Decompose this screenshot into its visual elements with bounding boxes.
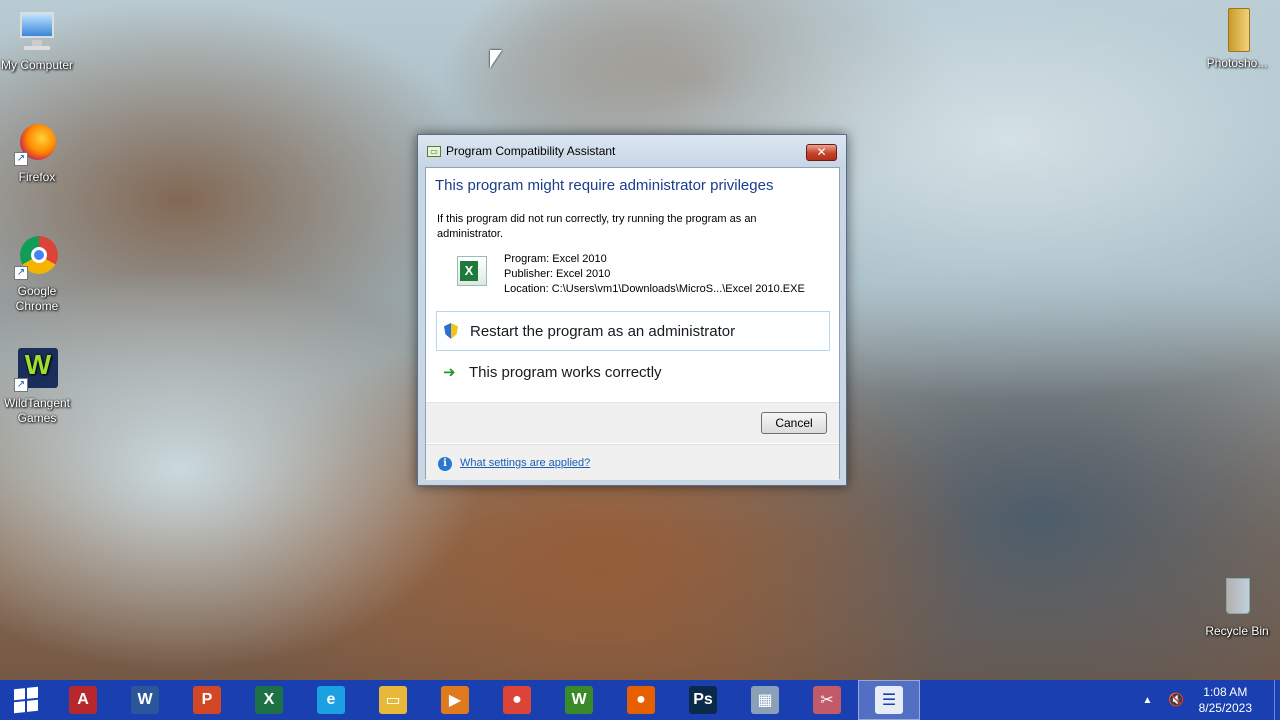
taskbar-photoshop[interactable]: Ps: [672, 680, 734, 720]
program-works-correctly-label: This program works correctly: [469, 363, 662, 381]
restart-as-admin-option[interactable]: Restart the program as an administrator: [436, 311, 830, 351]
taskbar-powerpoint[interactable]: P: [176, 680, 238, 720]
list-window-icon: ☰: [875, 686, 903, 714]
powerpoint-icon: P: [193, 686, 221, 714]
clock-time: 1:08 AM: [1203, 685, 1248, 699]
wildtangent-icon: W: [565, 686, 593, 714]
recycle-bin-icon: [1214, 574, 1260, 620]
taskbar-excel[interactable]: X: [238, 680, 300, 720]
desktop-icon-label: My Computer: [0, 58, 74, 72]
dialog-titlebar[interactable]: ▭ Program Compatibility Assistant ✕: [418, 135, 846, 167]
firefox-icon: ●: [627, 686, 655, 714]
close-icon: ✕: [816, 145, 827, 159]
program-location: Location: C:\Users\vm1\Downloads\MicroS.…: [504, 283, 805, 295]
desktop-icon-google-chrome[interactable]: ↗ Google Chrome: [0, 234, 74, 314]
program-publisher: Publisher: Excel 2010: [504, 268, 611, 280]
scissors-icon: ✂: [813, 686, 841, 714]
word-icon: W: [131, 686, 159, 714]
shortcut-arrow-icon: ↗: [14, 152, 28, 166]
desktop-icon-label: Firefox: [18, 170, 56, 184]
desktop-icon-firefox[interactable]: ↗ Firefox: [0, 120, 74, 185]
desktop-icon-recycle-bin[interactable]: Recycle Bin: [1200, 574, 1274, 639]
installer-icon: ▦: [751, 686, 779, 714]
dialog-title: Program Compatibility Assistant: [446, 144, 616, 158]
system-tray: ▲ 🔇 1:08 AM 8/25/2023: [1143, 680, 1280, 720]
program-name: Program: Excel 2010: [504, 253, 607, 265]
taskbar: A W P Xe ▭ ▶ ● W ● Ps ▦ ✂ ☰ ▲ 🔇 1:08 AM 8/25/2023: [0, 680, 1280, 720]
desktop-icon-label: Google Chrome: [15, 284, 59, 313]
show-hidden-icons-icon[interactable]: ▲: [1143, 695, 1153, 706]
program-info: Program: Excel 2010 Publisher: Excel 201…: [504, 252, 805, 297]
folder-icon: [1214, 6, 1260, 52]
shortcut-arrow-icon: ↗: [14, 378, 28, 392]
dialog-content: This program might require administrator…: [425, 167, 840, 480]
excel-icon: X: [255, 686, 283, 714]
taskbar-media-player[interactable]: ▶: [424, 680, 486, 720]
program-works-correctly-option[interactable]: ➜ This program works correctly: [436, 352, 830, 392]
wildtangent-icon: W ↗: [14, 346, 60, 392]
clock-date: 8/25/2023: [1198, 701, 1252, 715]
access-icon: A: [69, 686, 97, 714]
chrome-icon: ↗: [14, 234, 60, 280]
taskbar-app-list: A W P Xe ▭ ▶ ● W ● Ps ▦ ✂ ☰: [52, 680, 920, 720]
dialog-description: If this program did not run correctly, t…: [437, 213, 757, 240]
mouse-cursor-icon: [490, 50, 502, 68]
window-app-icon: ▭: [427, 145, 441, 157]
shortcut-arrow-icon: ↗: [14, 266, 28, 280]
desktop-icon-label: Photosho...: [1206, 56, 1268, 70]
taskbar-chrome[interactable]: ●: [486, 680, 548, 720]
dialog-heading: This program might require administrator…: [435, 177, 774, 194]
monitor-icon: [14, 8, 60, 54]
desktop-icon-label: Recycle Bin: [1205, 624, 1269, 638]
cancel-button[interactable]: Cancel: [761, 412, 827, 434]
uac-shield-icon: [444, 323, 460, 339]
firefox-icon: ↗: [14, 120, 60, 166]
program-compatibility-dialog: ▭ Program Compatibility Assistant ✕ This…: [417, 134, 847, 486]
taskbar-setup[interactable]: ▦: [734, 680, 796, 720]
taskbar-internet-explorer[interactable]: e: [300, 680, 362, 720]
photoshop-icon: Ps: [689, 686, 717, 714]
desktop-icon-my-computer[interactable]: My Computer: [0, 8, 74, 73]
desktop-icon-photoshop-folder[interactable]: Photosho...: [1200, 6, 1274, 71]
excel-icon: X: [457, 256, 487, 286]
info-icon: i: [438, 457, 452, 471]
volume-muted-icon[interactable]: 🔇: [1168, 692, 1184, 708]
media-player-icon: ▶: [441, 686, 469, 714]
ie-icon: e: [317, 686, 345, 714]
dialog-footer: i What settings are applied?: [426, 444, 839, 480]
desktop-icon-wildtangent[interactable]: W ↗ WildTangent Games: [0, 346, 74, 426]
taskbar-snipping-tool[interactable]: ✂: [796, 680, 858, 720]
taskbar-file-explorer[interactable]: ▭: [362, 680, 424, 720]
restart-as-admin-label: Restart the program as an administrator: [470, 322, 736, 340]
taskbar-compatibility-assistant[interactable]: ☰: [858, 680, 920, 720]
taskbar-firefox[interactable]: ●: [610, 680, 672, 720]
button-bar: Cancel: [426, 403, 839, 443]
start-button[interactable]: [0, 680, 52, 720]
folder-icon: ▭: [379, 686, 407, 714]
taskbar-word[interactable]: W: [114, 680, 176, 720]
desktop-icon-label: WildTangent Games: [3, 396, 71, 425]
green-arrow-icon: ➜: [443, 364, 456, 381]
close-button[interactable]: ✕: [806, 144, 837, 161]
windows-logo-icon: [14, 686, 38, 714]
taskbar-access[interactable]: A: [52, 680, 114, 720]
what-settings-link[interactable]: What settings are applied?: [460, 457, 590, 469]
taskbar-wildtangent[interactable]: W: [548, 680, 610, 720]
chrome-icon: ●: [503, 686, 531, 714]
show-desktop-button[interactable]: [1274, 680, 1280, 720]
clock[interactable]: 1:08 AM 8/25/2023: [1199, 684, 1252, 716]
